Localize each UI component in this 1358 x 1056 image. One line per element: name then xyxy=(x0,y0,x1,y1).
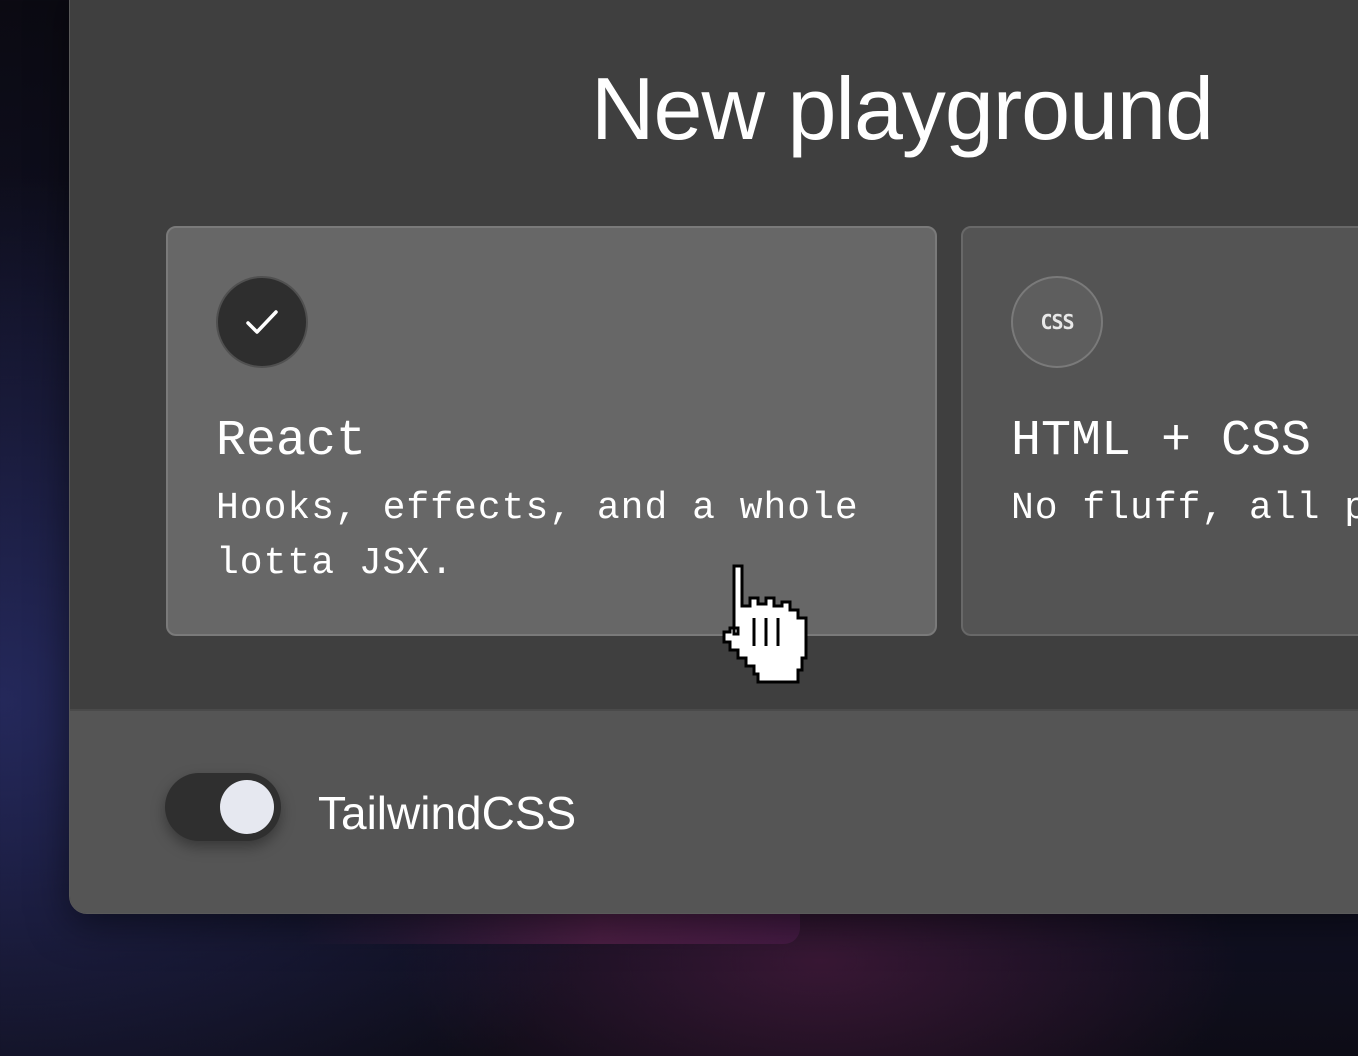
template-card-react[interactable]: React Hooks, effects, and a whole lotta … xyxy=(166,226,937,636)
template-card-title: React xyxy=(216,413,367,470)
check-icon xyxy=(216,276,308,368)
new-playground-dialog: New playground React Hooks, effects, and… xyxy=(69,0,1358,914)
dialog-title: New playground xyxy=(591,59,1214,158)
css-icon-text: CSS xyxy=(1040,310,1074,334)
tailwind-toggle-label: TailwindCSS xyxy=(318,787,577,839)
template-card-description: No fluff, all possibilities. xyxy=(1011,487,1358,530)
css-icon: CSS xyxy=(1011,276,1103,368)
template-card-title: HTML + CSS xyxy=(1011,413,1312,470)
template-card-html-css[interactable]: CSS HTML + CSS No fluff, all possibiliti… xyxy=(961,226,1358,636)
tailwind-toggle[interactable] xyxy=(165,773,281,841)
dialog-footer: TailwindCSS xyxy=(70,709,1358,913)
toggle-knob xyxy=(220,780,274,834)
pointer-hand-icon xyxy=(722,564,808,684)
